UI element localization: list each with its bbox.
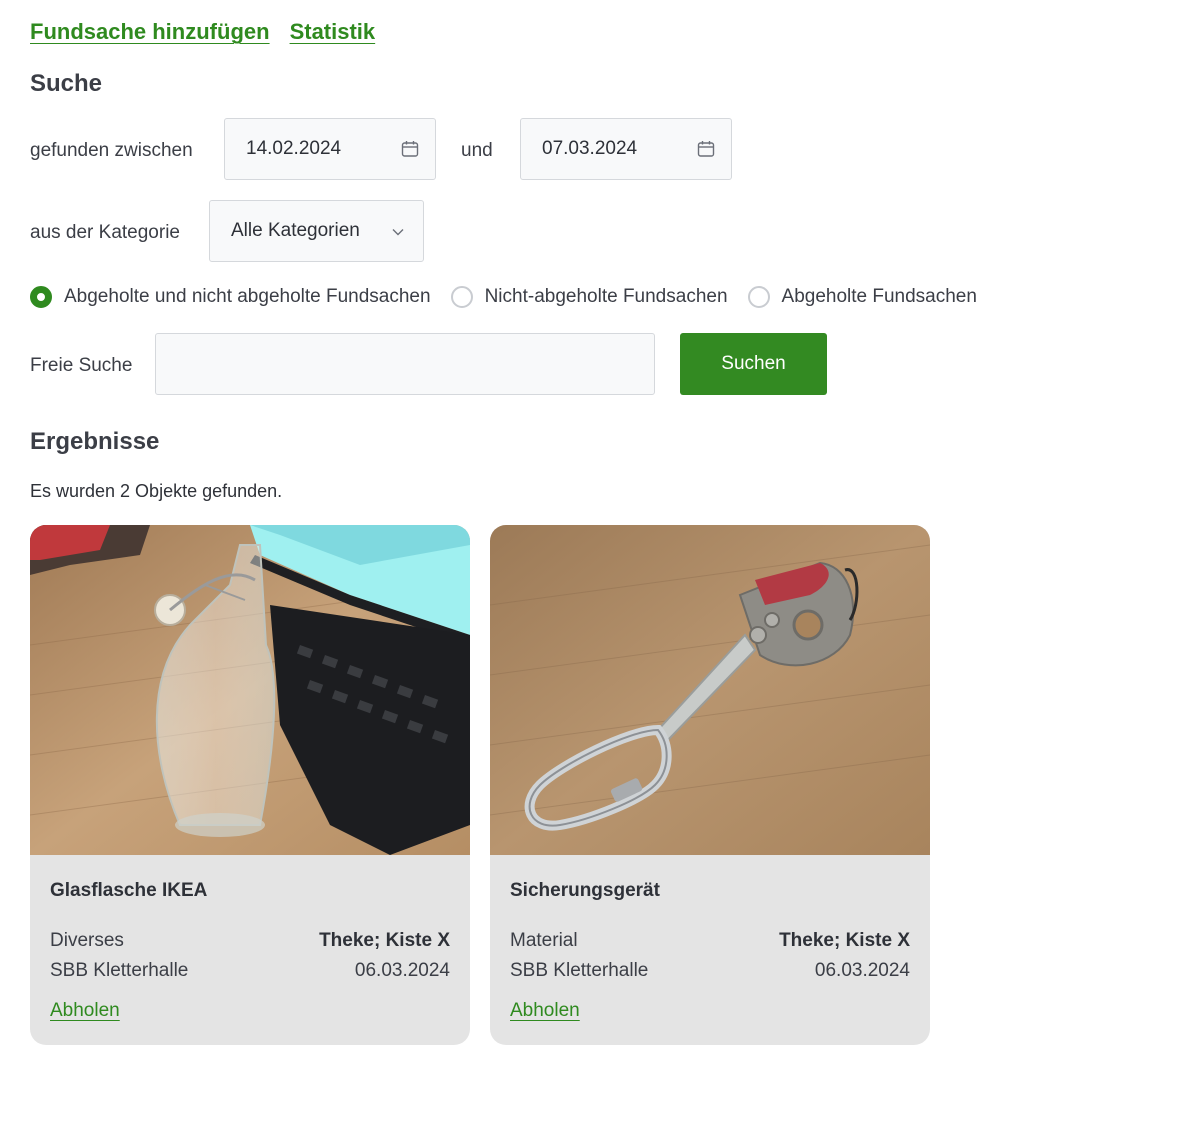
radio-picked-up-label: Abgeholte Fundsachen (781, 286, 977, 307)
free-search-label: Freie Suche (30, 355, 133, 376)
result-card: Glasflasche IKEA Diverses Theke; Kiste X… (30, 525, 470, 1045)
item-row-location: SBB Kletterhalle 06.03.2024 (50, 960, 450, 982)
radio-not-picked-up-label: Nicht-abgeholte Fundsachen (484, 286, 728, 307)
item-photo (490, 525, 930, 855)
pickup-status-radio-group: Abgeholte und nicht abgeholte Fundsachen… (30, 286, 997, 308)
date-to-value: 07.03.2024 (542, 138, 638, 159)
radio-not-picked-up[interactable]: Nicht-abgeholte Fundsachen (450, 286, 728, 308)
date-from-field[interactable]: 14.02.2024 (224, 118, 436, 180)
item-row-category: Diverses Theke; Kiste X (50, 930, 450, 952)
top-nav: Fundsache hinzufügen Statistik (30, 19, 375, 45)
item-row-category: Material Theke; Kiste X (510, 930, 910, 952)
item-category: Material (510, 930, 578, 951)
search-heading: Suche (30, 70, 103, 97)
item-info: Sicherungsgerät Material Theke; Kiste X … (490, 855, 930, 1045)
calendar-icon[interactable] (697, 140, 715, 158)
radio-indicator[interactable] (450, 286, 473, 308)
found-between-label: gefunden zwischen (30, 140, 193, 161)
and-label: und (461, 140, 493, 161)
category-label: aus der Kategorie (30, 222, 180, 243)
item-date: 06.03.2024 (354, 960, 450, 981)
item-date: 06.03.2024 (814, 960, 910, 981)
radio-picked-up[interactable]: Abgeholte Fundsachen (747, 286, 977, 308)
item-row-location: SBB Kletterhalle 06.03.2024 (510, 960, 910, 982)
item-category: Diverses (50, 930, 124, 951)
chevron-down-icon (392, 229, 404, 236)
item-location: SBB Kletterhalle (50, 960, 189, 981)
pickup-link[interactable]: Abholen (50, 1000, 120, 1022)
item-info: Glasflasche IKEA Diverses Theke; Kiste X… (30, 855, 470, 1045)
category-selected-value: Alle Kategorien (231, 220, 360, 241)
item-storage: Theke; Kiste X (319, 930, 450, 951)
radio-checked-indicator[interactable] (30, 286, 52, 308)
item-location: SBB Kletterhalle (510, 960, 649, 981)
radio-indicator[interactable] (747, 286, 770, 308)
add-item-link[interactable]: Fundsache hinzufügen (30, 19, 270, 45)
item-storage: Theke; Kiste X (779, 930, 910, 951)
radio-all[interactable]: Abgeholte und nicht abgeholte Fundsachen (30, 286, 431, 308)
results-count: Es wurden 2 Objekte gefunden. (30, 481, 283, 501)
results-heading: Ergebnisse (30, 428, 160, 455)
item-photo (30, 525, 470, 855)
item-title: Glasflasche IKEA (50, 880, 208, 901)
date-to-field[interactable]: 07.03.2024 (520, 118, 732, 180)
date-from-value: 14.02.2024 (246, 138, 342, 159)
statistics-link[interactable]: Statistik (290, 19, 376, 45)
radio-all-label: Abgeholte und nicht abgeholte Fundsachen (64, 286, 431, 307)
pickup-link[interactable]: Abholen (510, 1000, 580, 1022)
free-search-input[interactable] (155, 333, 655, 395)
search-button[interactable]: Suchen (680, 333, 827, 395)
category-select[interactable]: Alle Kategorien (209, 200, 424, 262)
result-card: Sicherungsgerät Material Theke; Kiste X … (490, 525, 930, 1045)
calendar-icon[interactable] (401, 140, 419, 158)
item-title: Sicherungsgerät (510, 880, 660, 901)
